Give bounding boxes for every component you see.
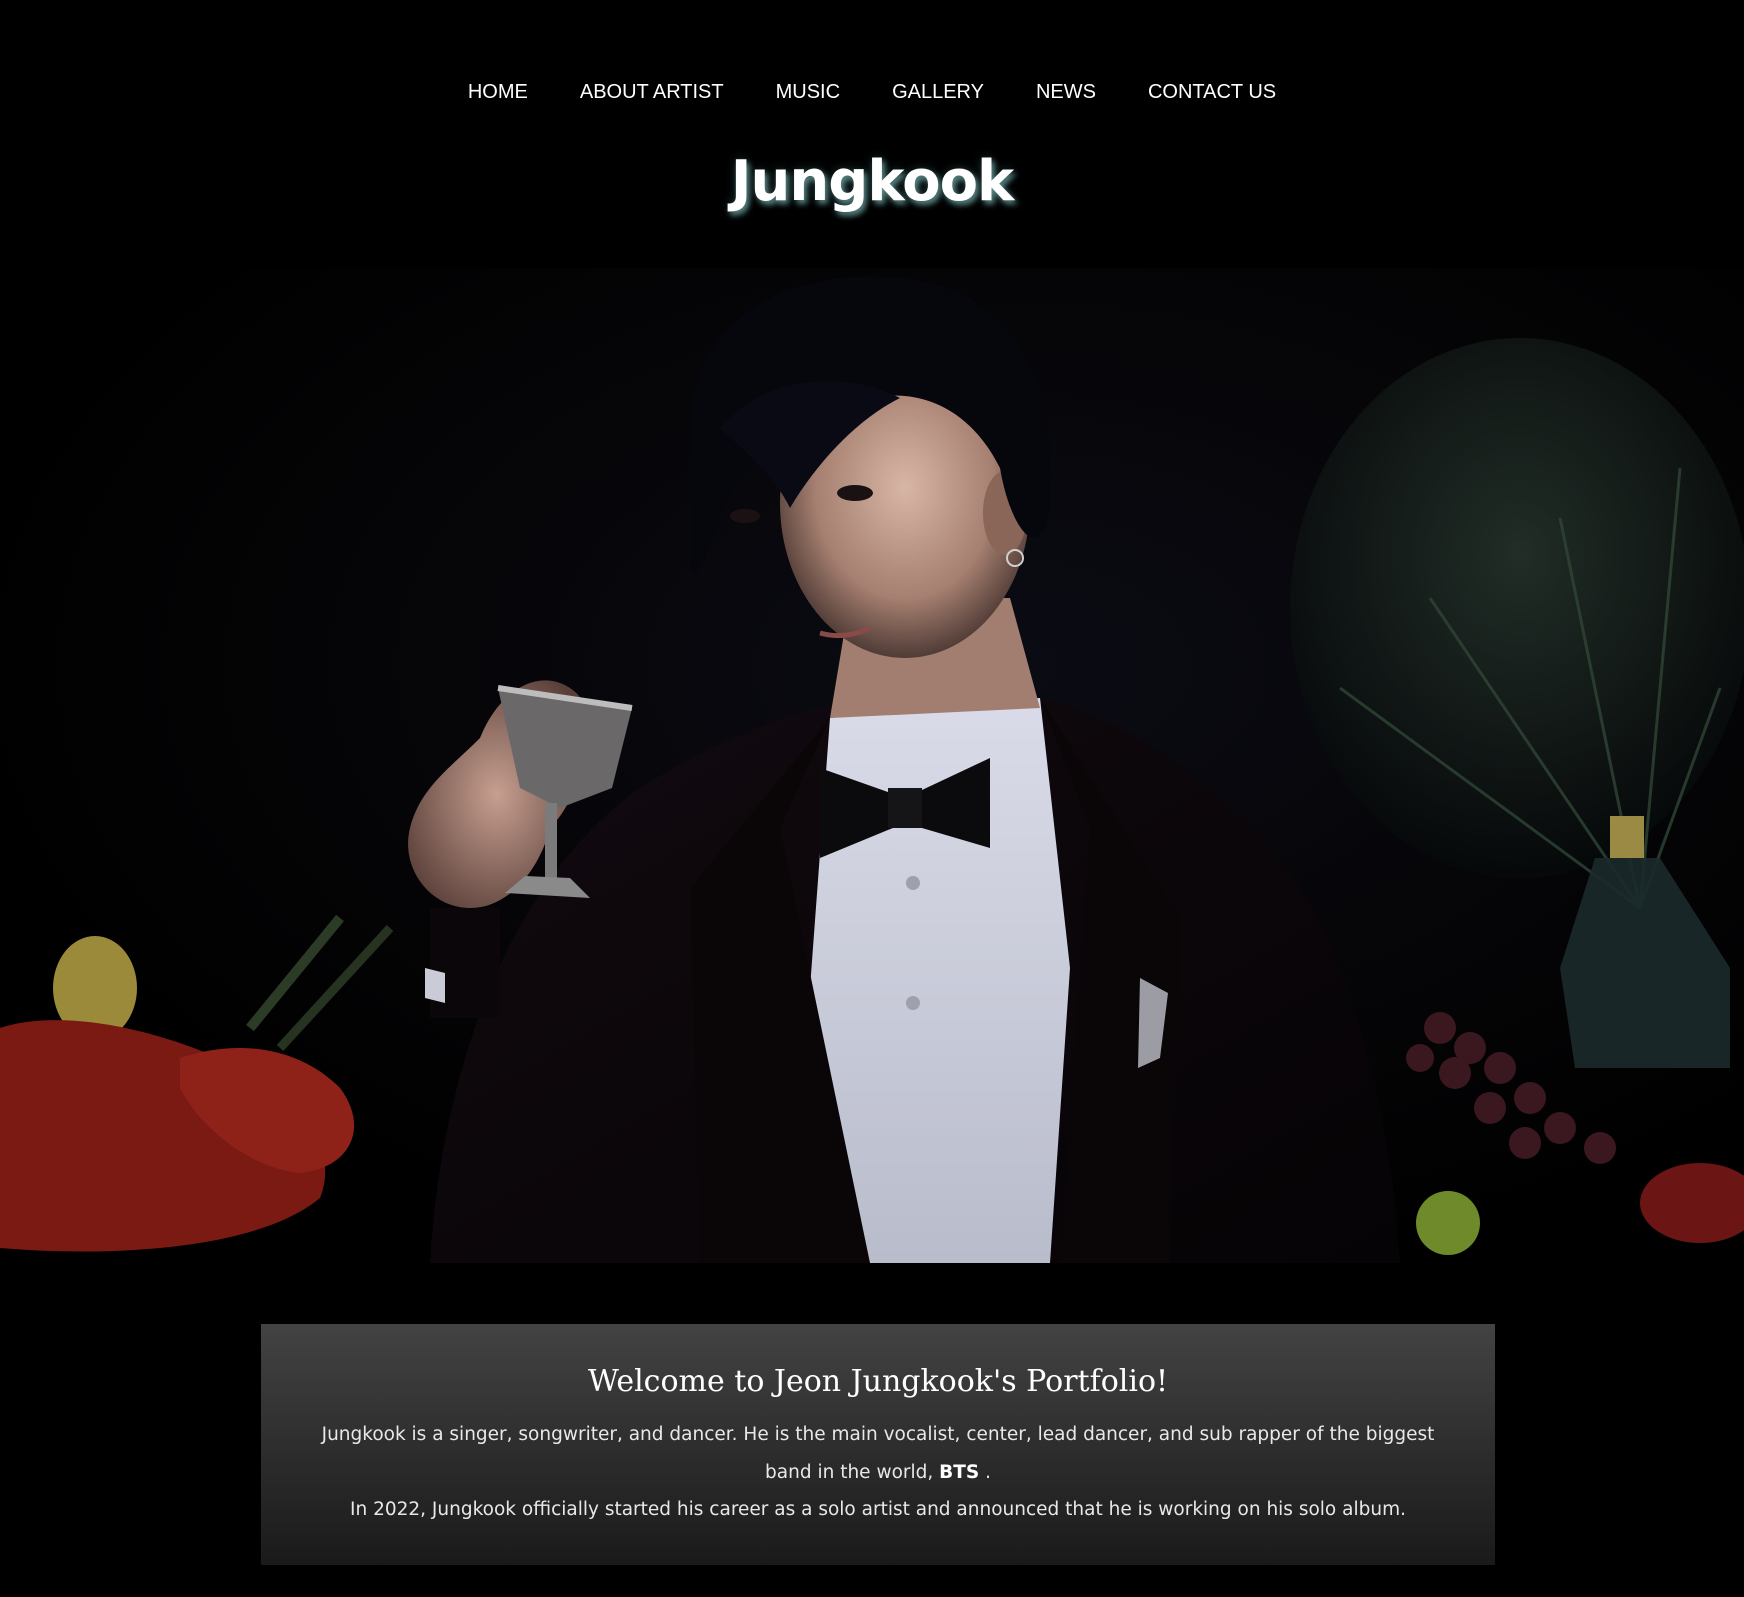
welcome-description: Jungkook is a singer, songwriter, and da… <box>313 1416 1443 1529</box>
nav-news[interactable]: NEWS <box>1010 78 1122 106</box>
welcome-panel: Welcome to Jeon Jungkook's Portfolio! Ju… <box>261 1324 1495 1565</box>
welcome-heading: Welcome to Jeon Jungkook's Portfolio! <box>587 1364 1169 1399</box>
site-title: Jungkook <box>730 149 1015 214</box>
main-nav: HOME ABOUT ARTIST MUSIC GALLERY NEWS CON… <box>0 78 1744 106</box>
intro-text: Jungkook is a singer, songwriter, and da… <box>321 1424 1435 1483</box>
portrait-photo <box>0 276 1744 1263</box>
band-name: BTS <box>939 1461 980 1483</box>
hero-image <box>0 268 1744 1263</box>
nav-gallery[interactable]: GALLERY <box>866 78 1010 106</box>
intro-end: . <box>979 1461 991 1483</box>
nav-home[interactable]: HOME <box>442 78 554 106</box>
nav-contact-us[interactable]: CONTACT US <box>1122 78 1302 106</box>
nav-music[interactable]: MUSIC <box>750 78 866 106</box>
solo-career-text: In 2022, Jungkook officially started his… <box>350 1499 1406 1520</box>
nav-about-artist[interactable]: ABOUT ARTIST <box>554 78 750 106</box>
